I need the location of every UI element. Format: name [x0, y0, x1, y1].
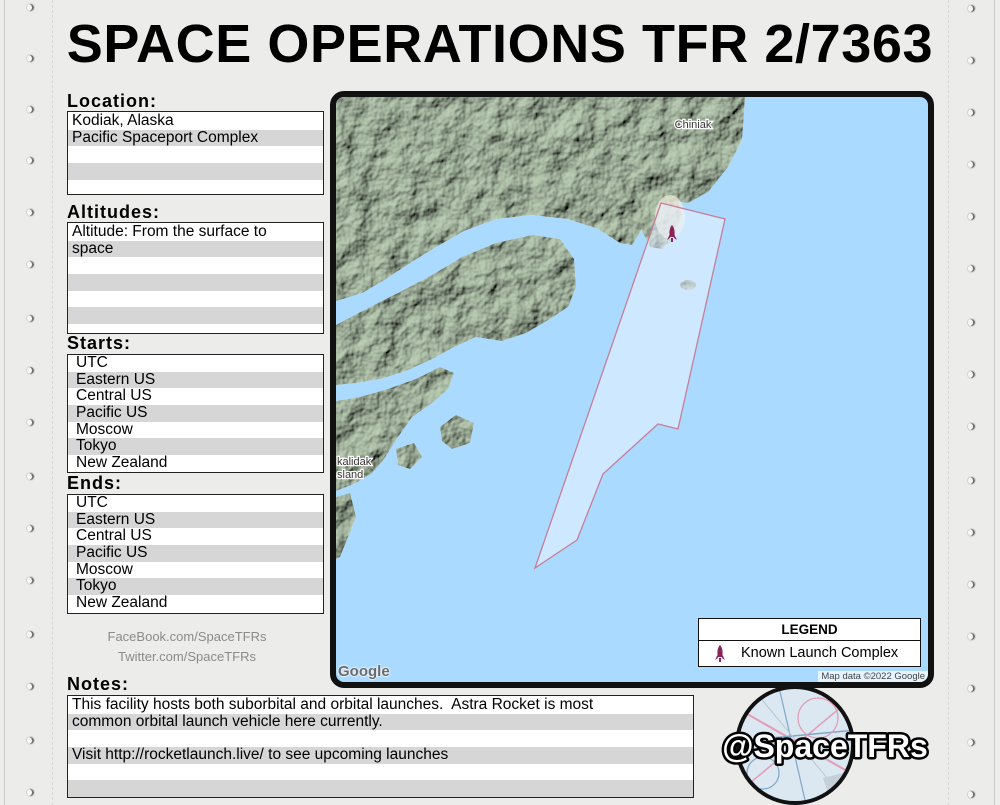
tractor-feed-hole-right [966, 527, 976, 537]
perforation-left [52, 0, 53, 805]
empty-row [68, 730, 693, 747]
notes-label: Notes: [67, 674, 130, 694]
tractor-feed-hole-right [966, 421, 976, 431]
tractor-feed-hole-left [25, 207, 35, 217]
starts-zone-utc: UTC [76, 355, 108, 371]
tractor-feed-hole-left [25, 417, 35, 427]
page-title: SPACE OPERATIONS TFR 2/7363 [66, 14, 934, 74]
map-canvas[interactable]: Chiniak kalidak sland [336, 97, 928, 682]
notes-line: Visit http://rocketlaunch.live/ to see u… [68, 747, 693, 764]
empty-row [68, 780, 693, 797]
twitter-link[interactable]: Twitter.com/SpaceTFRs [67, 647, 307, 667]
tractor-feed-hole-right [966, 369, 976, 379]
altitudes-label: Altitudes: [67, 202, 160, 222]
tractor-feed-hole-right [966, 107, 976, 117]
tractor-feed-hole-left [25, 259, 35, 269]
tractor-feed-hole-left [25, 523, 35, 533]
tractor-feed-hole-right [966, 317, 976, 327]
ends-label: Ends: [67, 473, 123, 493]
tractor-feed-hole-left [25, 681, 35, 691]
tractor-feed-hole-right [966, 475, 976, 485]
location-line: Kodiak, Alaska [72, 113, 174, 129]
place-label-chiniak: Chiniak [675, 119, 712, 131]
location-line: Pacific Spaceport Complex [68, 129, 323, 147]
google-logo[interactable]: Google [338, 663, 390, 680]
tractor-feed-hole-right [966, 789, 976, 799]
empty-row [68, 163, 323, 180]
ends-zone-pacific: Pacific US [68, 545, 323, 562]
starts-zone-moscow: Moscow [76, 421, 133, 438]
ends-zone-moscow: Moscow [76, 561, 133, 578]
notes-line: common orbital launch vehicle here curre… [68, 713, 693, 731]
tractor-feed-hole-left [25, 2, 35, 12]
social-links: FaceBook.com/SpaceTFRs Twitter.com/Space… [67, 627, 307, 667]
tractor-feed-hole-right [966, 683, 976, 693]
starts-zone-central: Central US [76, 388, 152, 405]
starts-zone-pacific: Pacific US [68, 405, 323, 422]
ends-box: UTC Eastern US Central US Pacific US Mos… [67, 494, 324, 614]
tractor-feed-hole-right [966, 159, 976, 169]
empty-row [68, 146, 323, 163]
starts-zone-eastern: Eastern US [68, 371, 323, 389]
tractor-feed-hole-right [966, 737, 976, 747]
legend-item-label: Known Launch Complex [741, 645, 899, 661]
legend-item: Known Launch Complex [699, 641, 920, 666]
legend-title: LEGEND [699, 619, 920, 641]
tractor-feed-hole-right [966, 211, 976, 221]
altitudes-box: Altitude: From the surface to space [67, 222, 324, 334]
tractor-feed-hole-left [25, 787, 35, 797]
map-attribution[interactable]: Map data ©2022 Google [818, 671, 928, 682]
location-box: Kodiak, Alaska Pacific Spaceport Complex [67, 111, 324, 195]
tractor-feed-hole-right [966, 3, 976, 13]
empty-row [68, 291, 323, 308]
starts-box: UTC Eastern US Central US Pacific US Mos… [67, 354, 324, 473]
tractor-feed-hole-left [25, 471, 35, 481]
facebook-link[interactable]: FaceBook.com/SpaceTFRs [67, 627, 307, 647]
tractor-feed-hole-left [25, 735, 35, 745]
badge-handle: @SpaceTFRs [722, 728, 927, 764]
empty-row [68, 307, 323, 325]
tractor-feed-hole-left [25, 575, 35, 585]
empty-row [68, 764, 693, 781]
location-label: Location: [67, 91, 157, 111]
tractor-feed-hole-left [25, 629, 35, 639]
tractor-feed-hole-left [25, 155, 35, 165]
place-label-kalidak: kalidak [337, 456, 372, 468]
tractor-feed-hole-left [25, 104, 35, 114]
notes-line: This facility hosts both suborbital and … [72, 697, 594, 713]
empty-row [68, 274, 323, 291]
ends-zone-central: Central US [76, 528, 152, 545]
island [396, 443, 422, 469]
spacetfrs-badge: @SpaceTFRs [720, 685, 930, 805]
tractor-feed-hole-right [966, 55, 976, 65]
place-label-island: sland [337, 469, 363, 481]
starts-label: Starts: [67, 333, 132, 353]
paper-edge-left [4, 0, 5, 805]
ends-zone-eastern: Eastern US [68, 511, 323, 529]
altitude-line: space [68, 240, 323, 258]
paper-edge-right [994, 0, 995, 805]
ends-zone-tokyo: Tokyo [68, 578, 323, 596]
tfr-map[interactable]: Chiniak kalidak sland LEGEND Known Launc… [330, 91, 934, 688]
notes-box: This facility hosts both suborbital and … [67, 695, 694, 798]
starts-zone-tokyo: Tokyo [68, 438, 323, 456]
tractor-feed-hole-left [25, 53, 35, 63]
tractor-feed-hole-right [966, 631, 976, 641]
starts-zone-new-zealand: New Zealand [76, 455, 168, 472]
empty-row [68, 257, 323, 274]
altitude-line: Altitude: From the surface to [72, 224, 267, 240]
empty-row [68, 180, 323, 194]
map-legend: LEGEND Known Launch Complex [698, 618, 921, 667]
ends-zone-new-zealand: New Zealand [76, 595, 168, 612]
land-sitkalidak [336, 493, 356, 559]
tractor-feed-hole-left [25, 365, 35, 375]
tractor-feed-hole-right [966, 579, 976, 589]
ends-zone-utc: UTC [76, 495, 108, 511]
tractor-feed-hole-left [25, 313, 35, 323]
perforation-right [948, 0, 949, 805]
island [440, 415, 474, 449]
rocket-icon [715, 645, 725, 662]
tractor-feed-hole-right [966, 263, 976, 273]
